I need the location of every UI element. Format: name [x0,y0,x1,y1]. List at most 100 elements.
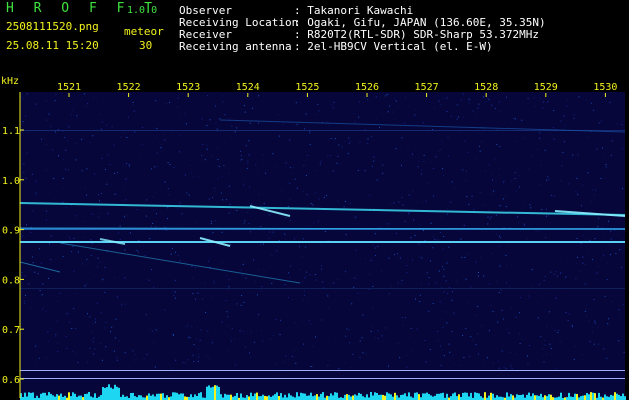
noise-speck [571,326,573,328]
noise-speck [409,156,411,158]
noise-speck [202,298,204,300]
noise-speck [475,158,477,160]
noise-speck [107,154,109,156]
noise-speck [249,352,250,354]
noise-speck [452,355,454,357]
noise-speck [117,172,119,173]
noise-speck [93,341,94,343]
noise-speck [250,330,252,332]
noise-speck [354,121,356,123]
noise-speck [76,122,78,124]
noise-speck [91,213,93,215]
noise-speck [99,261,101,263]
noise-speck [213,187,215,189]
noise-speck [333,320,335,322]
noise-speck [443,268,445,270]
noise-speck [578,108,580,110]
ambient-bar [468,396,470,400]
noise-speck [531,269,533,271]
noise-speck [179,260,181,262]
noise-speck [577,154,579,156]
noise-speck [221,231,223,233]
ambient-bar [170,396,172,400]
noise-speck [305,113,307,115]
noise-speck [292,298,294,300]
noise-speck [346,328,348,330]
noise-speck [21,272,23,274]
noise-speck [156,128,158,130]
frequency-unit-label: kHz [1,76,19,87]
noise-speck [55,93,57,95]
noise-speck [212,232,214,234]
noise-speck [539,183,541,185]
noise-speck [603,348,605,350]
noise-speck [515,316,517,318]
time-tick-label: 1522 [117,82,141,93]
noise-speck [24,275,26,277]
noise-speck [367,138,369,140]
noise-speck [407,149,409,151]
noise-speck [425,361,427,363]
noise-speck [365,353,367,355]
ambient-bar [488,395,490,400]
noise-speck [545,237,546,238]
noise-speck [441,140,442,142]
noise-speck [62,187,64,189]
noise-speck [62,255,64,257]
noise-speck [156,135,158,137]
noise-speck [545,115,547,117]
noise-speck [247,211,249,213]
noise-speck [543,361,545,363]
noise-speck [540,165,542,166]
noise-speck [527,98,529,99]
noise-speck [376,179,378,181]
noise-speck [361,337,363,339]
noise-speck [163,134,165,136]
ambient-bar [622,393,624,400]
noise-speck [606,357,608,359]
noise-speck [310,203,312,205]
noise-speck [446,213,448,215]
noise-speck [113,144,115,146]
noise-speck [373,156,375,158]
noise-speck [464,140,466,142]
noise-speck [404,122,406,124]
noise-speck [114,193,116,195]
ambient-bar [246,395,248,400]
noise-speck [71,328,73,329]
ambient-bar [614,392,616,400]
noise-speck [428,183,429,185]
noise-speck [341,146,343,148]
ambient-bar [174,392,176,400]
noise-speck [453,188,455,190]
noise-speck [349,202,351,204]
ambient-bar [216,385,218,400]
noise-speck [430,222,432,224]
noise-speck [373,140,375,142]
noise-speck [73,237,75,239]
noise-speck [345,234,347,236]
noise-speck [249,332,251,334]
noise-speck [446,311,448,313]
noise-speck [371,136,373,138]
noise-speck [186,192,188,194]
noise-speck [414,342,416,344]
noise-speck [30,231,32,233]
noise-speck [398,201,400,203]
noise-speck [307,297,309,299]
noise-speck [415,177,417,179]
noise-speck [293,350,295,352]
noise-speck [45,162,47,164]
noise-speck [554,329,556,331]
noise-speck [554,195,555,197]
noise-speck [620,249,622,251]
time-tick-label: 1527 [415,82,439,93]
ambient-bar [576,394,578,400]
noise-speck [406,272,408,274]
noise-speck [75,159,77,161]
noise-speck [528,168,530,170]
noise-speck [294,238,295,240]
noise-speck [268,237,270,239]
noise-speck [595,189,596,191]
noise-speck [212,197,213,198]
